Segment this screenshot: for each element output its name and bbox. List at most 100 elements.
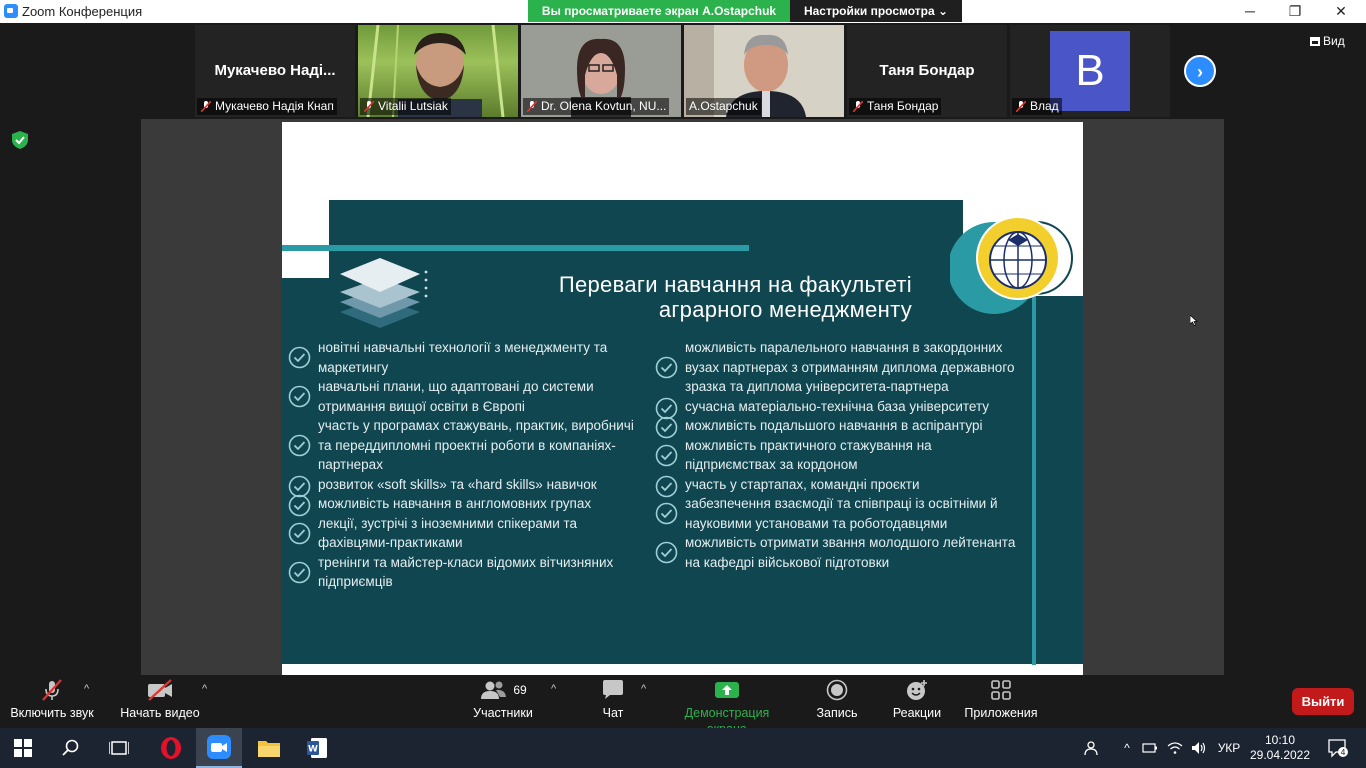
advantage-item: навчальні плани, що адаптовані до систем… bbox=[282, 377, 652, 416]
advantages-list-left: новітні навчальні технології з менеджмен… bbox=[282, 338, 652, 592]
chat-caret-icon[interactable]: ^ bbox=[641, 683, 646, 695]
reactions-label: Реакции bbox=[892, 706, 942, 720]
check-circle-icon bbox=[288, 434, 311, 457]
participant-label-text: Таня Бондар bbox=[867, 99, 939, 113]
advantage-item: участь у програмах стажувань, практик, в… bbox=[282, 416, 652, 475]
people-icon bbox=[1084, 741, 1098, 756]
participant-tile[interactable]: Мукачево Наді... Мукачево Надія Кнап bbox=[195, 25, 355, 117]
volume-icon[interactable] bbox=[1188, 728, 1210, 768]
muted-mic-icon bbox=[527, 101, 537, 112]
advantage-text-line: новітні навчальні технології з менеджмен… bbox=[318, 340, 608, 355]
advantage-text-line: можливість отримати звання молодшого лей… bbox=[685, 535, 1016, 550]
participants-caret-icon[interactable]: ^ bbox=[551, 683, 556, 695]
action-center-icon: 4 bbox=[1328, 739, 1348, 758]
participant-tile-active-speaker[interactable]: A.Ostapchuk bbox=[684, 25, 844, 117]
participant-label: A.Ostapchuk bbox=[686, 98, 761, 115]
advantage-text-line: тренінги та майстер-класи відомих вітчиз… bbox=[318, 554, 614, 570]
participant-tile[interactable]: Таня Бондар Таня Бондар bbox=[847, 25, 1007, 117]
show-hidden-icons-chevron-icon[interactable]: ^ bbox=[1118, 728, 1136, 768]
audio-options-caret-icon[interactable]: ^ bbox=[84, 683, 89, 695]
participant-label-text: Vitalii Lutsiak bbox=[378, 99, 448, 113]
zoom-taskbar-button[interactable] bbox=[196, 728, 242, 768]
participant-tile[interactable]: B Влад bbox=[1010, 25, 1170, 117]
close-button[interactable]: ✕ bbox=[1318, 0, 1364, 23]
share-screen-icon bbox=[715, 682, 739, 698]
muted-mic-icon bbox=[1016, 101, 1026, 112]
check-circle-icon bbox=[288, 385, 311, 408]
advantage-text-line: можливість подальшого навчання в аспіран… bbox=[685, 418, 983, 433]
window-title: Zoom Конференция bbox=[22, 4, 143, 19]
view-button[interactable]: Вид bbox=[1310, 34, 1345, 48]
encryption-shield-icon[interactable] bbox=[12, 131, 28, 149]
advantage-item: участь у стартапах, командні проєкти bbox=[649, 475, 1039, 497]
slide-title: Переваги навчання на факультеті аграрног… bbox=[462, 272, 912, 322]
next-participants-button[interactable]: › bbox=[1184, 55, 1216, 87]
participant-label-text: Мукачево Надія Кнап bbox=[215, 99, 334, 113]
apps-icon bbox=[991, 680, 1011, 700]
search-icon bbox=[62, 739, 79, 756]
unmute-label: Включить звук bbox=[10, 706, 94, 720]
share-screen-button[interactable]: Демонстрация экрана bbox=[664, 675, 790, 736]
chat-button[interactable]: Чат bbox=[586, 675, 640, 728]
battery-icon[interactable] bbox=[1140, 728, 1160, 768]
advantage-item: можливість паралельного навчання в закор… bbox=[649, 338, 1039, 397]
leave-meeting-button[interactable]: Выйти bbox=[1292, 688, 1354, 715]
svg-text:W: W bbox=[308, 745, 318, 755]
word-taskbar-button[interactable]: W bbox=[294, 728, 340, 768]
folder-icon bbox=[258, 741, 280, 757]
record-button[interactable]: Запись bbox=[808, 675, 866, 728]
windows-logo-icon bbox=[14, 739, 32, 757]
check-circle-icon bbox=[655, 356, 678, 379]
speaker-glyph bbox=[1192, 742, 1206, 754]
participant-tile[interactable]: Dr. Olena Kovtun, NU... bbox=[521, 25, 681, 117]
advantage-text-line: участь у програмах стажувань, практик, в… bbox=[318, 418, 634, 433]
participant-label-text: Влад bbox=[1030, 99, 1059, 113]
participants-button[interactable]: 69 Участники bbox=[468, 675, 538, 728]
check-circle-icon bbox=[288, 522, 311, 544]
participant-label: Таня Бондар bbox=[849, 98, 942, 115]
check-circle-icon bbox=[655, 541, 678, 564]
language-indicator[interactable]: УКР bbox=[1212, 728, 1246, 768]
advantage-text-line: підприємствах за кордоном bbox=[685, 457, 858, 472]
slide-corner-decor bbox=[282, 200, 329, 278]
start-video-button[interactable]: Начать видео bbox=[118, 675, 202, 728]
notifications-button[interactable]: 4 bbox=[1318, 728, 1358, 768]
advantage-text-line: фахівцями-практиками bbox=[318, 535, 463, 550]
participant-tile[interactable]: Vitalii Lutsiak bbox=[358, 25, 518, 117]
advantage-text-line: партнерах bbox=[318, 457, 383, 472]
wifi-glyph bbox=[1167, 742, 1183, 754]
minimize-button[interactable]: ─ bbox=[1227, 0, 1273, 23]
video-options-caret-icon[interactable]: ^ bbox=[202, 683, 207, 695]
wifi-icon[interactable] bbox=[1164, 728, 1186, 768]
search-button[interactable] bbox=[48, 728, 94, 768]
apps-button[interactable]: Приложения bbox=[962, 675, 1040, 728]
view-button-label: Вид bbox=[1323, 34, 1345, 48]
opera-taskbar-button[interactable] bbox=[148, 728, 194, 768]
notification-count: 4 bbox=[1340, 748, 1345, 757]
view-options-dropdown[interactable]: Настройки просмотра ⌄ bbox=[790, 0, 962, 22]
battery-glyph bbox=[1142, 743, 1157, 753]
advantage-item: можливість практичного стажування на підп… bbox=[649, 436, 1039, 475]
check-circle-icon bbox=[288, 561, 311, 583]
advantage-item: розвиток «soft skills» та «hard skills» … bbox=[282, 475, 652, 497]
clock[interactable]: 10:10 29.04.2022 bbox=[1250, 728, 1310, 768]
muted-mic-icon bbox=[201, 101, 211, 112]
task-view-button[interactable] bbox=[96, 728, 142, 768]
advantage-text-line: науковими установами та роботодавцями bbox=[685, 515, 948, 531]
participant-name-large: Мукачево Наді... bbox=[214, 62, 336, 79]
file-explorer-taskbar-button[interactable] bbox=[246, 728, 292, 768]
restore-button[interactable]: ❐ bbox=[1272, 0, 1318, 23]
advantage-item: можливість подальшого навчання в аспіран… bbox=[649, 416, 1039, 439]
check-circle-icon bbox=[655, 444, 678, 466]
zoom-app-icon bbox=[207, 735, 231, 759]
advantage-text-line: участь у стартапах, командні проєкти bbox=[685, 476, 920, 492]
slide-title-line-1: Переваги навчання на факультеті bbox=[558, 272, 912, 297]
meeting-toolbar: Включить звук ^ Начать видео ^ 69 Участн… bbox=[0, 675, 1366, 736]
chat-icon bbox=[603, 680, 623, 699]
start-button[interactable] bbox=[0, 728, 46, 768]
advantage-item: лекції, зустрічі з іноземними спікерами … bbox=[282, 514, 652, 553]
participant-label: Vitalii Lutsiak bbox=[360, 98, 451, 115]
muted-mic-icon bbox=[853, 101, 863, 112]
people-tray-icon[interactable] bbox=[1080, 728, 1104, 768]
reactions-button[interactable]: Реакции bbox=[886, 675, 948, 728]
